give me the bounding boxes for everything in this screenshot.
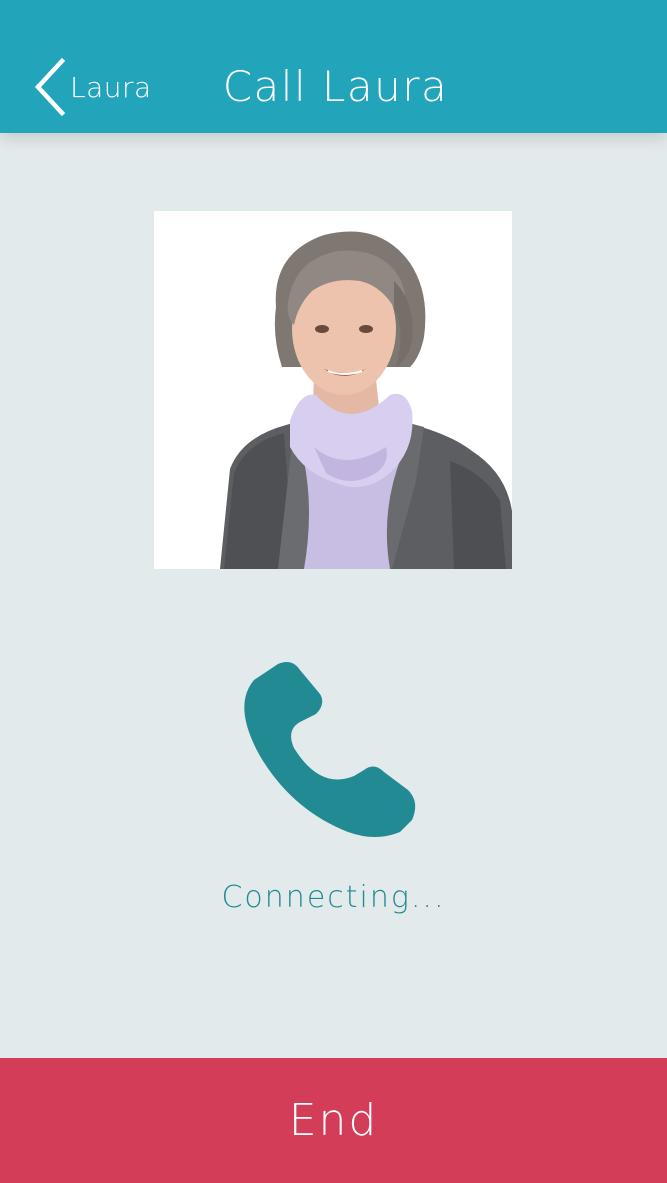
contact-portrait-image: [154, 211, 512, 569]
call-status-text: Connecting...: [221, 880, 446, 915]
contact-photo: [154, 211, 512, 569]
end-call-button[interactable]: End: [0, 1058, 667, 1183]
header-bar: Laura Call Laura: [0, 0, 667, 133]
page-title: Call Laura: [222, 62, 449, 111]
phone-icon: [244, 662, 416, 837]
